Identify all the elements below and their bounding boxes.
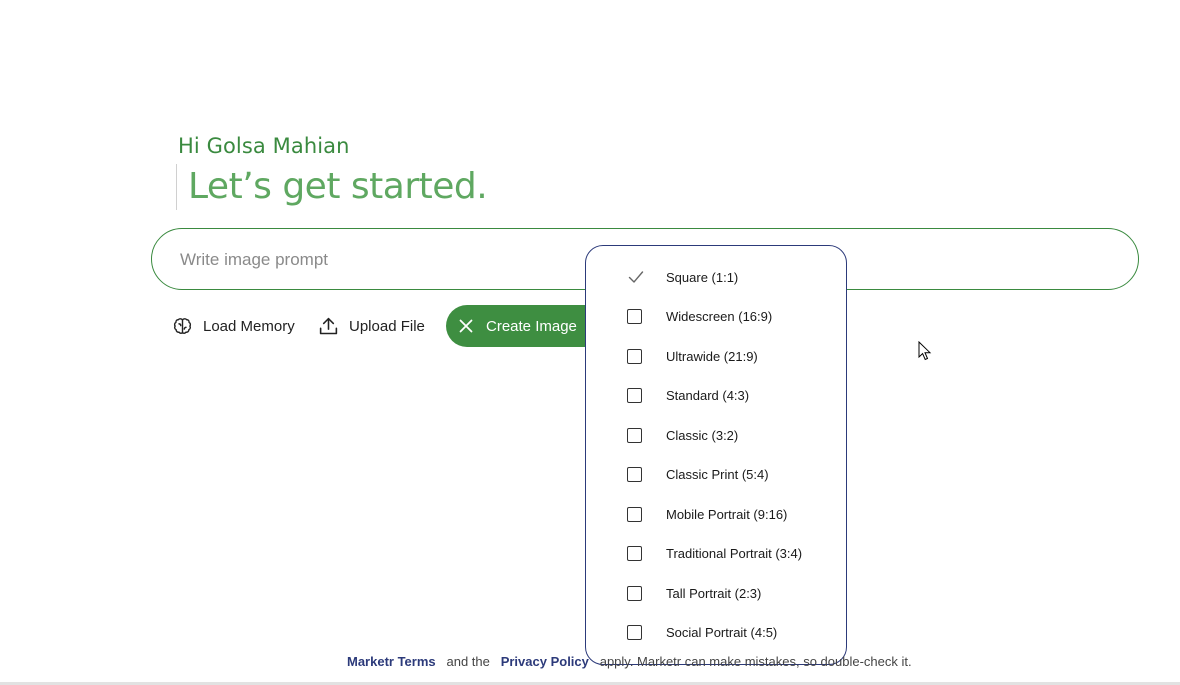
option-label: Social Portrait (4:5) — [666, 624, 778, 640]
checkbox[interactable] — [627, 308, 642, 324]
option-label: Standard (4:3) — [666, 387, 750, 403]
privacy-link[interactable]: Privacy Policy — [501, 654, 589, 669]
upload-icon — [319, 317, 338, 334]
option-mobile-portrait[interactable]: Mobile Portrait (9:16) — [586, 498, 846, 530]
brain-icon — [173, 317, 192, 334]
option-classic-print[interactable]: Classic Print (5:4) — [586, 458, 846, 490]
mouse-cursor-icon — [918, 341, 932, 361]
headline-container: Let’s get started. — [176, 164, 488, 210]
page: Hi Golsa Mahian Let’s get started. Load … — [0, 0, 1180, 685]
checkbox[interactable] — [627, 427, 642, 443]
option-traditional-portrait[interactable]: Traditional Portrait (3:4) — [586, 537, 846, 569]
option-social-portrait[interactable]: Social Portrait (4:5) — [586, 616, 846, 648]
option-tall-portrait[interactable]: Tall Portrait (2:3) — [586, 577, 846, 609]
checkbox[interactable] — [627, 545, 642, 561]
page-title: Let’s get started. — [188, 166, 488, 207]
option-ultrawide[interactable]: Ultrawide (21:9) — [586, 340, 846, 372]
option-label: Classic (3:2) — [666, 427, 739, 443]
option-standard[interactable]: Standard (4:3) — [586, 379, 846, 411]
checkbox[interactable] — [627, 387, 642, 403]
checkbox[interactable] — [627, 348, 642, 364]
option-classic[interactable]: Classic (3:2) — [586, 419, 846, 451]
checkbox[interactable] — [627, 624, 642, 640]
checkbox[interactable] — [627, 466, 642, 482]
checkbox[interactable] — [627, 585, 642, 601]
option-label: Tall Portrait (2:3) — [666, 585, 762, 601]
terms-link[interactable]: Marketr Terms — [347, 654, 436, 669]
load-memory-button[interactable]: Load Memory — [172, 310, 295, 342]
close-icon — [459, 319, 473, 333]
option-label: Widescreen (16:9) — [666, 308, 773, 324]
option-label: Ultrawide (21:9) — [666, 348, 758, 364]
footer-and-the: and the — [446, 654, 490, 669]
option-label: Traditional Portrait (3:4) — [666, 545, 803, 561]
footer-disclaimer: Marketr Terms and the Privacy Policy app… — [347, 654, 912, 669]
option-label: Square (1:1) — [666, 269, 739, 285]
upload-file-button[interactable]: Upload File — [318, 310, 425, 342]
create-image-label: Create Image — [486, 317, 577, 335]
check-icon — [628, 271, 644, 283]
option-label: Classic Print (5:4) — [666, 466, 769, 482]
load-memory-label: Load Memory — [203, 317, 295, 335]
footer-rest: apply. Marketr can make mistakes, so dou… — [599, 654, 912, 669]
upload-file-label: Upload File — [349, 317, 425, 335]
checkbox[interactable] — [627, 506, 642, 522]
option-label: Mobile Portrait (9:16) — [666, 506, 788, 522]
aspect-ratio-dropdown: Square (1:1) Widescreen (16:9) Ultrawide… — [585, 245, 847, 665]
option-square[interactable]: Square (1:1) — [586, 261, 846, 293]
greeting-text: Hi Golsa Mahian — [178, 134, 350, 158]
option-widescreen[interactable]: Widescreen (16:9) — [586, 300, 846, 332]
create-image-button[interactable]: Create Image — [446, 305, 596, 347]
